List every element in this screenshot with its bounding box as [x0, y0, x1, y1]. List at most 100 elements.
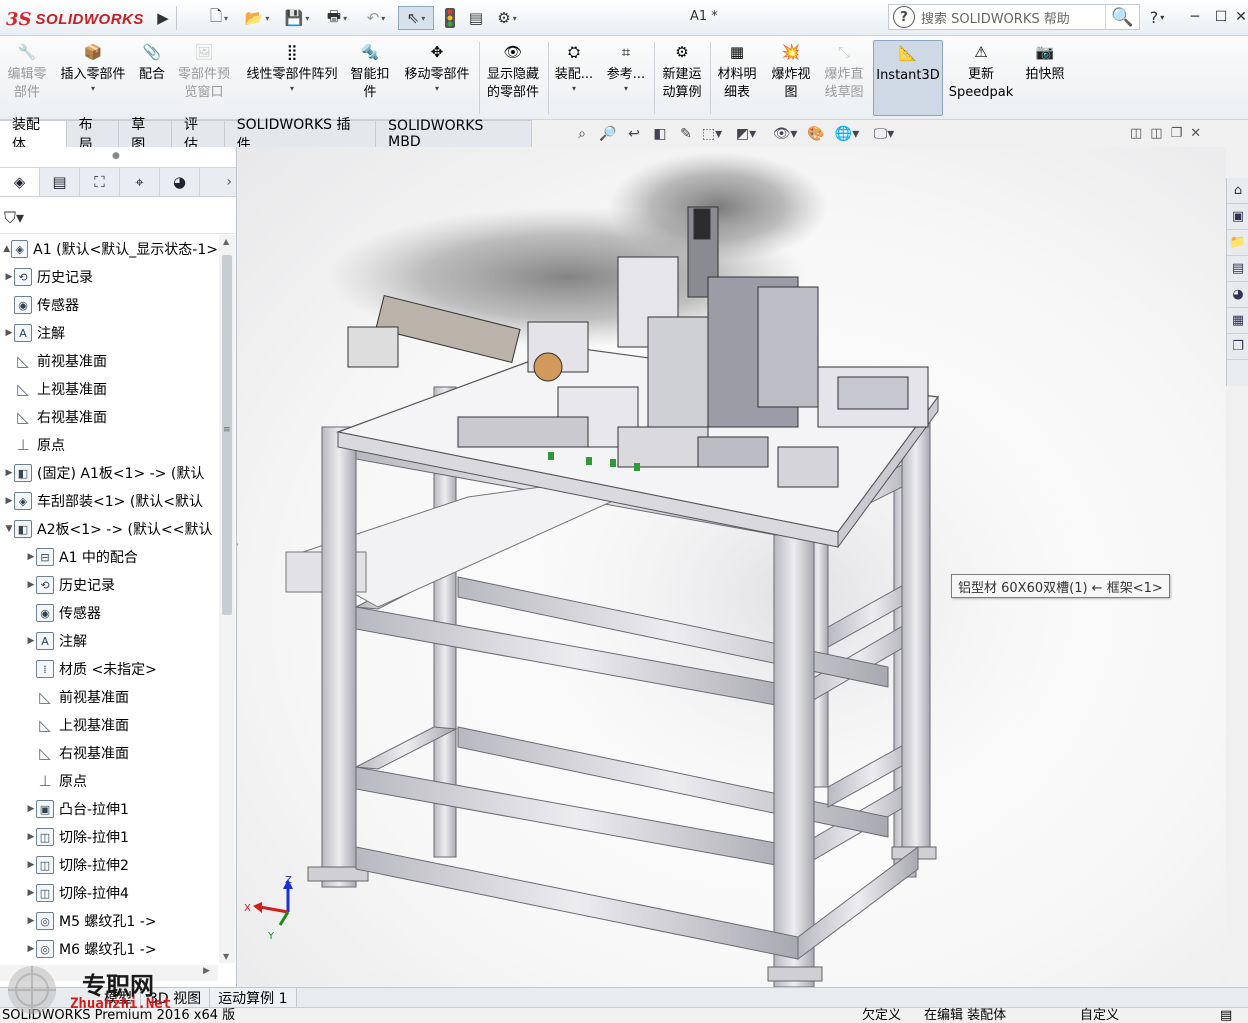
take-snapshot-button[interactable]: 📷 拍快照	[1018, 40, 1072, 116]
smart-fasteners-button[interactable]: 🔩 智能扣 件	[346, 40, 394, 116]
expand-toggle-icon[interactable]: ▶	[26, 832, 36, 842]
print-icon[interactable]: 🖶 ▾	[320, 6, 354, 30]
assembly-3d-model[interactable]: Z X Y	[238, 147, 1226, 987]
close-icon[interactable]: ✕	[1234, 6, 1248, 28]
expand-toggle-icon[interactable]: ▶	[26, 944, 36, 954]
tree-node[interactable]: ▶ ◫ 切除-拉伸2	[0, 851, 218, 879]
expand-toggle-icon[interactable]: ▼	[4, 524, 14, 534]
viewport-close-icon[interactable]: ✕	[1190, 126, 1201, 141]
section-view-icon[interactable]: ◧	[648, 122, 672, 146]
expand-toggle-icon[interactable]: ▶	[4, 272, 14, 282]
view-orientation-icon[interactable]: ⬚▾	[700, 122, 724, 146]
viewport-restore-icon[interactable]: ❐	[1171, 126, 1183, 141]
custom-properties-icon[interactable]: ▦	[1227, 308, 1248, 334]
tree-node[interactable]: ◺ 上视基准面	[0, 711, 218, 739]
open-file-icon[interactable]: 📂 ▾	[240, 6, 274, 30]
search-placeholder[interactable]: 搜索 SOLIDWORKS 帮助	[921, 8, 1105, 27]
dimxpert-tab-icon[interactable]: ⌖	[120, 168, 160, 196]
tree-vertical-scrollbar[interactable]: ▲ ≡ ▼	[219, 235, 235, 963]
tree-node[interactable]: ▶ ◧ (固定) A1板<1> -> (默认	[0, 459, 218, 487]
panel-grip-icon[interactable]: ●	[112, 151, 120, 161]
show-hidden-components-button[interactable]: 👁 显示隐藏 的零部件	[482, 40, 544, 116]
tree-node[interactable]: ◺ 右视基准面	[0, 739, 218, 767]
restore-right-icon[interactable]: ◫	[1150, 126, 1162, 141]
explode-line-sketch-button[interactable]: ⤡ 爆炸直 线草图	[818, 40, 870, 116]
solidworks-logo[interactable]: 3S SOLIDWORKS	[6, 6, 152, 32]
tree-node[interactable]: ◺ 上视基准面	[0, 375, 218, 403]
mate-button[interactable]: 📎 配合	[134, 40, 170, 116]
filter-funnel-icon[interactable]: ⛉▾	[4, 208, 24, 228]
expand-toggle-icon[interactable]: ▶	[26, 636, 36, 646]
solidworks-resources-icon[interactable]: ⌂	[1227, 178, 1248, 204]
rebuild-traffic-light-icon[interactable]	[440, 6, 460, 30]
hide-show-items-icon[interactable]: 👁▾	[768, 122, 802, 146]
tab-assembly[interactable]: 装配体	[0, 117, 67, 153]
zoom-to-fit-icon[interactable]: ⌕	[570, 122, 594, 146]
tree-node[interactable]: ◺ 前视基准面	[0, 683, 218, 711]
tree-node[interactable]: ▶ ▣ 凸台-拉伸1	[0, 795, 218, 823]
tree-node[interactable]: ◺ 右视基准面	[0, 403, 218, 431]
tree-node[interactable]: ▶ ◎ M5 螺纹孔1 ->	[0, 907, 218, 935]
tree-node[interactable]: ⊥ 原点	[0, 431, 218, 459]
zoom-area-icon[interactable]: 🔎	[596, 122, 620, 146]
menu-expand-arrow-icon[interactable]: ▶	[156, 6, 170, 30]
help-menu-icon[interactable]: ? ▾	[1146, 6, 1168, 28]
panel-tabs-more-icon[interactable]: ›	[200, 168, 236, 196]
tree-node[interactable]: ⁞ 材质 <未指定>	[0, 655, 218, 683]
tree-node[interactable]: ▶ ◈ 车刮部装<1> (默认<默认	[0, 487, 218, 515]
tree-node[interactable]: ▶ ◫ 切除-拉伸4	[0, 879, 218, 907]
file-explorer-icon[interactable]: 📁	[1227, 230, 1248, 256]
exploded-view-button[interactable]: 💥 爆炸视 图	[766, 40, 816, 116]
insert-component-button[interactable]: 📦 插入零部件 ▾	[54, 40, 132, 116]
expand-toggle-icon[interactable]: ▶	[26, 860, 36, 870]
linear-pattern-button[interactable]: ⣿ 线性零部件阵列 ▾	[240, 40, 344, 116]
instant3d-button[interactable]: 📐 Instant3D	[873, 40, 943, 116]
feature-manager-tab-icon[interactable]: ◈	[0, 168, 40, 196]
tree-node[interactable]: ▼ ◧ A2板<1> -> (默认<<默认	[0, 515, 218, 543]
tab-mbd[interactable]: SOLIDWORKS MBD	[376, 118, 533, 150]
reference-geometry-button[interactable]: ⌗ 参考... ▾	[604, 40, 648, 116]
tab-sketch[interactable]: 草图	[119, 117, 173, 153]
file-properties-icon[interactable]: ▤	[466, 6, 486, 30]
display-style-icon[interactable]: ◩▾	[726, 122, 766, 146]
maximize-icon[interactable]: ☐	[1210, 6, 1232, 28]
undo-icon[interactable]: ↶ ▾	[360, 6, 392, 30]
restore-left-icon[interactable]: ◫	[1130, 126, 1142, 141]
expand-toggle-icon[interactable]: ▶	[4, 328, 14, 338]
status-message-icon[interactable]: ▤	[1220, 1008, 1232, 1023]
select-arrow-icon[interactable]: ⇖ ▾	[398, 6, 434, 30]
tree-filter[interactable]: ⛉▾	[0, 202, 234, 234]
view-settings-icon[interactable]: 🖵▾	[866, 122, 902, 146]
new-document-icon[interactable]: 🗋 ▾	[204, 6, 234, 30]
apply-scene-icon[interactable]: 🌐▾	[830, 122, 864, 146]
minimize-icon[interactable]: ─	[1184, 6, 1206, 28]
design-library-icon[interactable]: ▣	[1227, 204, 1248, 230]
help-search-box[interactable]: ? 搜索 SOLIDWORKS 帮助 🔍	[888, 4, 1140, 30]
expand-toggle-icon[interactable]: ▶	[4, 468, 14, 478]
tree-node[interactable]: ▶ A 注解	[0, 627, 218, 655]
tab-addins[interactable]: SOLIDWORKS 插件	[224, 117, 377, 153]
tree-node[interactable]: ▶ A 注解	[0, 319, 218, 347]
expand-toggle-icon[interactable]: ▶	[26, 888, 36, 898]
new-motion-study-button[interactable]: ⚙ 新建运 动算例	[658, 40, 706, 116]
appearances-icon[interactable]: ◕	[1227, 282, 1248, 308]
save-icon[interactable]: 💾 ▾	[280, 6, 314, 30]
assembly-features-button[interactable]: ⛭ 装配... ▾	[552, 40, 596, 116]
expand-toggle-icon[interactable]: ▶	[26, 804, 36, 814]
tab-evaluate[interactable]: 评估	[172, 117, 225, 153]
graphics-viewport[interactable]: Z X Y	[238, 147, 1226, 987]
tree-node[interactable]: ◉ 传感器	[0, 291, 218, 319]
component-preview-button[interactable]: 🖼 零部件预 览窗口	[172, 40, 236, 116]
tree-node[interactable]: ⊥ 原点	[0, 767, 218, 795]
display-manager-tab-icon[interactable]: ◕	[160, 168, 200, 196]
configuration-manager-tab-icon[interactable]: ⛶	[80, 168, 120, 196]
dynamic-annotation-icon[interactable]: ✎	[674, 122, 698, 146]
search-magnifier-icon[interactable]: 🔍	[1105, 5, 1139, 29]
tree-node[interactable]: ▶ ⊟ A1 中的配合	[0, 543, 218, 571]
expand-toggle-icon[interactable]: ▶	[26, 552, 36, 562]
tree-node[interactable]: ◺ 前视基准面	[0, 347, 218, 375]
task-pane-more-icon[interactable]: ❐	[1227, 334, 1248, 360]
update-speedpak-button[interactable]: ⚠ 更新 Speedpak	[948, 40, 1014, 116]
tab-motion-study[interactable]: 运动算例 1	[210, 987, 297, 1008]
help-question-icon[interactable]: ?	[893, 6, 915, 28]
